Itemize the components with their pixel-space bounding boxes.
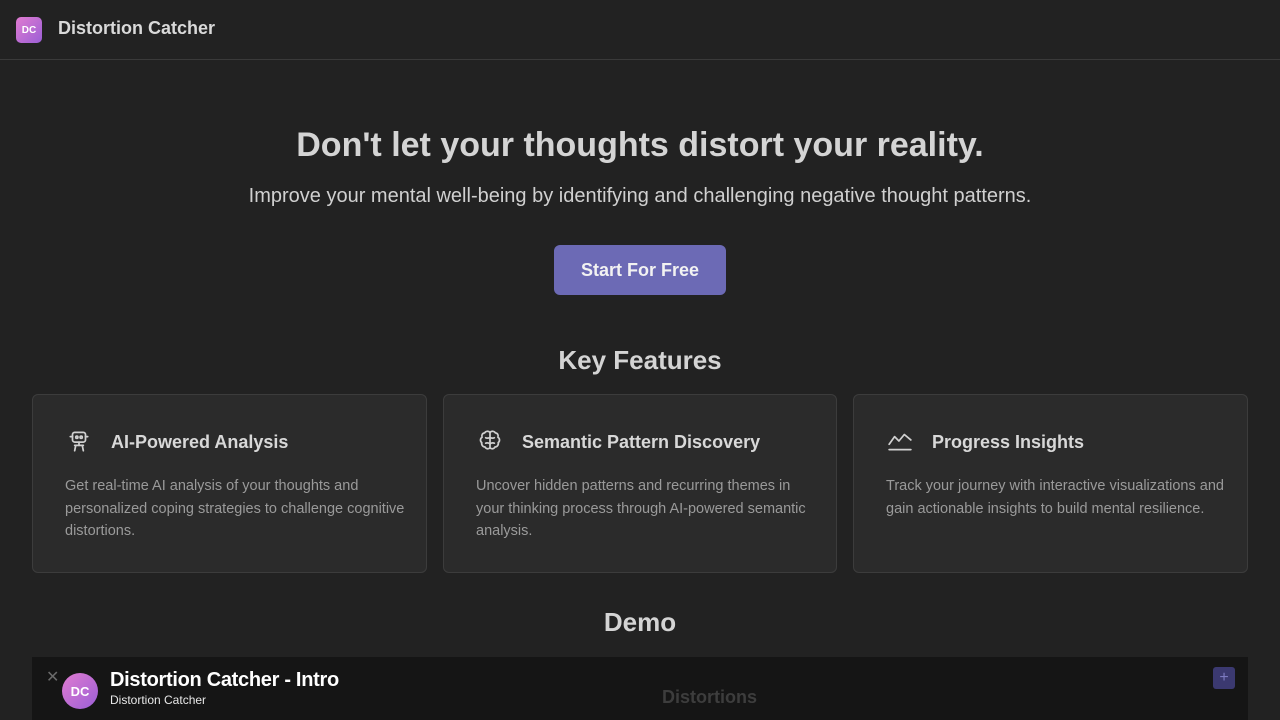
video-channel-name[interactable]: Distortion Catcher (110, 693, 206, 707)
feature-card-description: Get real-time AI analysis of your though… (65, 478, 405, 539)
feature-card-semantic-discovery: Semantic Pattern Discovery Uncover hidde… (443, 394, 837, 573)
feature-card-description: Track your journey with interactive visu… (886, 478, 1224, 517)
feature-card-ai-analysis: AI-Powered Analysis Get real-time AI ana… (32, 394, 427, 573)
hero-subtitle: Improve your mental well-being by identi… (248, 185, 1032, 207)
feature-card-title: Semantic Pattern Discovery (522, 432, 761, 452)
key-features-heading: Key Features (558, 345, 722, 375)
demo-heading: Demo (603, 607, 677, 637)
top-navigation-bar: DC Distortion Catcher (0, 0, 1280, 60)
plus-icon[interactable]: + (1213, 667, 1235, 689)
brain-icon (476, 427, 504, 455)
feature-card-description: Uncover hidden patterns and recurring th… (476, 478, 806, 539)
app-logo[interactable]: DC (16, 17, 42, 43)
hero-title: Don't let your thoughts distort your rea… (296, 126, 984, 164)
feature-card-progress-insights: Progress Insights Track your journey wit… (853, 394, 1248, 573)
chart-line-icon (886, 427, 914, 455)
robot-icon (65, 427, 93, 455)
video-frame-text: Distortions (662, 687, 758, 707)
channel-avatar[interactable]: DC (62, 673, 98, 709)
feature-card-title: Progress Insights (932, 432, 1085, 452)
close-icon[interactable]: ✕ (46, 667, 59, 687)
start-for-free-button[interactable]: Start For Free (554, 245, 726, 295)
app-name[interactable]: Distortion Catcher (58, 18, 215, 39)
video-title[interactable]: Distortion Catcher - Intro (110, 669, 339, 692)
feature-card-title: AI-Powered Analysis (111, 432, 289, 452)
demo-video-embed[interactable]: Distortions ✕ DC Distortion Catcher - In… (32, 657, 1248, 720)
